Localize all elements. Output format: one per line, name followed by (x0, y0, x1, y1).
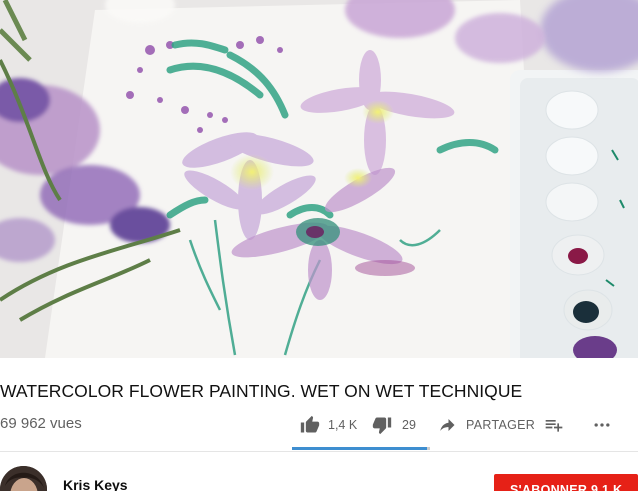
share-label: PARTAGER (466, 418, 536, 432)
dislike-count: 29 (402, 418, 416, 432)
more-actions-button[interactable] (584, 405, 624, 445)
dislike-button[interactable]: 29 (362, 405, 426, 445)
divider (0, 451, 638, 452)
more-horizontal-icon (592, 415, 612, 435)
sentiment-bar (292, 447, 430, 450)
channel-avatar[interactable] (0, 466, 47, 491)
thumbs-up-icon (300, 415, 320, 435)
add-to-playlist-icon (544, 415, 564, 435)
like-button[interactable]: 1,4 K (292, 405, 362, 445)
view-count: 69 962 vues (0, 415, 82, 432)
video-frame-painting (0, 0, 638, 358)
channel-name[interactable]: Kris Keys (63, 477, 128, 491)
video-title: WATERCOLOR FLOWER PAINTING. WET ON WET T… (0, 381, 523, 401)
thumbs-down-icon (372, 415, 392, 435)
add-to-playlist-button[interactable] (536, 405, 584, 445)
share-button[interactable]: PARTAGER (426, 405, 536, 445)
video-actions: 1,4 K 29 PARTAGER (292, 405, 638, 445)
share-arrow-icon (438, 416, 456, 434)
sentiment-bar-fill (292, 447, 428, 450)
subscribe-button[interactable]: S'ABONNER 9,1 K (494, 474, 638, 491)
like-count: 1,4 K (328, 418, 358, 432)
video-player[interactable] (0, 0, 638, 358)
